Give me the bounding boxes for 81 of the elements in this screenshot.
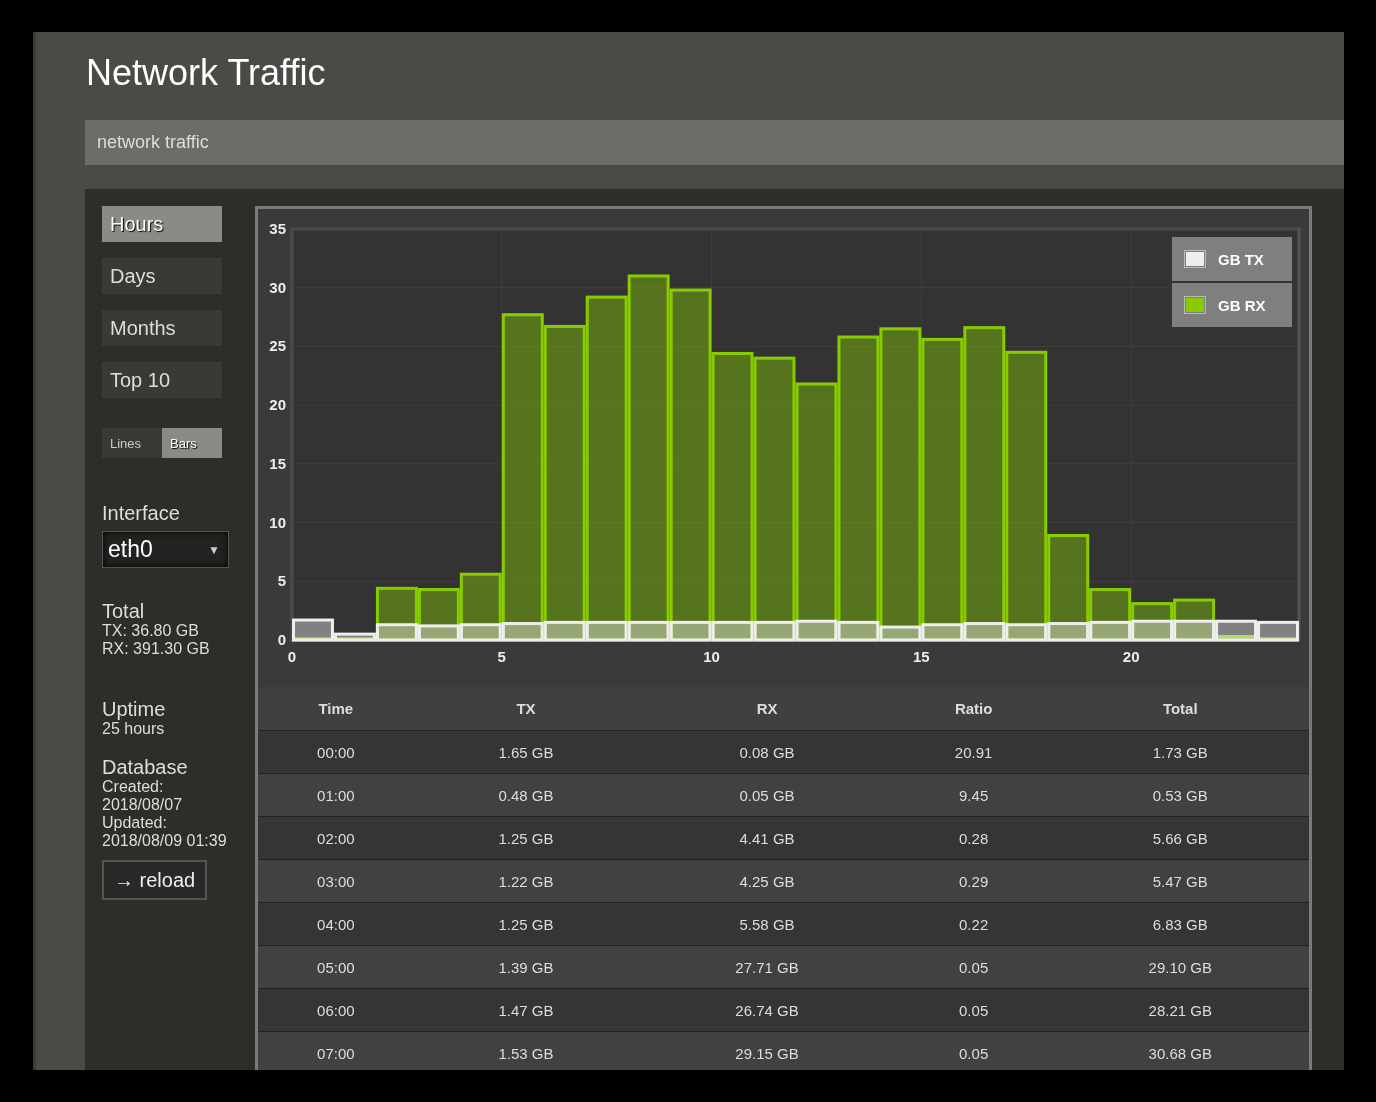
table-cell: 5.66 GB [1051,816,1309,860]
table-cell: 0.05 [895,945,1052,989]
table-cell: 1.53 GB [413,1031,639,1070]
table-cell: 29.15 GB [638,1031,896,1070]
uptime-text: 25 hours [102,720,166,738]
table-cell: 20.91 [895,730,1052,774]
database-text: Updated: [102,814,168,832]
table-cell: 04:00 [258,902,414,946]
table-cell: 0.08 GB [638,730,896,774]
period-tab[interactable]: Top 10 [102,362,222,398]
total-heading: Total [102,600,146,622]
y-tick-label: 20 [269,396,286,414]
table-cell: 1.25 GB [413,902,639,946]
total-text: RX: 391.30 GB [102,640,211,658]
table-cell: 0.28 [895,816,1052,860]
legend-swatch [1186,252,1204,266]
x-tick-label: 15 [913,648,930,665]
table-cell: 0.05 [895,988,1052,1032]
interface-label: Interface [102,502,181,525]
interface-select[interactable]: eth0 ▼ [102,531,229,568]
table-cell: 06:00 [258,988,414,1032]
y-tick-label: 35 [269,220,286,237]
table-cell: 4.25 GB [638,859,896,903]
column-header: Time [258,687,414,731]
table-cell: 0.22 [895,902,1052,946]
x-tick-label: 5 [497,648,506,665]
y-tick-label: 10 [269,513,286,531]
database-text: 2018/08/07 [102,796,184,814]
column-header: Ratio [895,687,1052,731]
table-cell: 05:00 [258,945,414,989]
y-tick-label: 25 [269,337,286,355]
table-cell: 1.47 GB [413,988,639,1032]
table-cell: 1.73 GB [1051,730,1309,774]
period-tab[interactable]: Days [102,258,222,294]
reload-button[interactable]: → reload [102,860,208,900]
column-header: RX [638,687,896,731]
table-cell: 1.25 GB [413,816,639,860]
period-tab[interactable]: Months [102,310,222,346]
uptime-heading: Uptime [102,698,167,720]
x-tick-label: 0 [287,648,297,665]
x-tick-label: 20 [1122,648,1140,665]
page-title: Network Traffic [86,52,326,95]
table-cell: 1.22 GB [413,859,639,903]
legend-label: GB TX [1218,250,1264,268]
table-cell: 01:00 [258,773,414,817]
total-text: TX: 36.80 GB [102,622,200,640]
database-heading: Database [102,756,189,778]
breadcrumb-bar: network traffic [85,120,1344,165]
table-cell: 00:00 [258,730,414,774]
database-text: Created: [102,778,165,796]
table-cell: 0.05 [895,1031,1052,1070]
table-cell: 03:00 [258,859,414,903]
x-tick-label: 10 [703,648,720,665]
table-cell: 28.21 GB [1051,988,1309,1032]
table-cell: 0.48 GB [413,773,639,817]
y-tick-label: 0 [277,631,286,648]
table-cell: 1.39 GB [413,945,639,989]
legend-swatch [1186,298,1204,312]
column-header: TX [413,687,639,731]
chart-style-toggle[interactable]: Lines [102,428,162,458]
table-cell: 0.05 GB [638,773,896,817]
table-cell: 1.65 GB [413,730,639,774]
table-cell: 29.10 GB [1051,945,1309,989]
table-cell: 26.74 GB [638,988,896,1032]
table-cell: 5.58 GB [638,902,896,946]
legend-label: GB RX [1218,296,1266,314]
y-tick-label: 5 [277,572,286,590]
table-cell: 02:00 [258,816,414,860]
table-cell: 6.83 GB [1051,902,1309,946]
database-text: 2018/08/09 01:39 [102,832,228,850]
table-cell: 5.47 GB [1051,859,1309,903]
table-cell: 0.29 [895,859,1052,903]
table-cell: 30.68 GB [1051,1031,1309,1070]
y-tick-label: 30 [269,278,286,296]
column-header: Total [1051,687,1309,731]
table-cell: 9.45 [895,773,1052,817]
table-cell: 4.41 GB [638,816,896,860]
table-cell: 0.53 GB [1051,773,1309,817]
y-tick-label: 15 [269,454,286,472]
table-cell: 27.71 GB [638,945,896,989]
table-cell: 07:00 [258,1031,414,1070]
